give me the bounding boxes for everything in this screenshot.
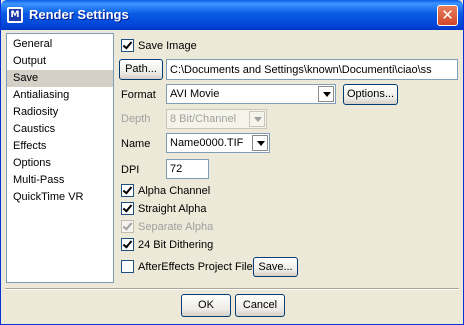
title-bar[interactable]: M Render Settings ✕ [1, 0, 463, 30]
format-options-button[interactable]: Options... [343, 84, 398, 105]
render-settings-window: M Render Settings ✕ General Output Save … [0, 0, 464, 325]
chevron-down-icon[interactable] [318, 86, 334, 102]
sidebar-item-options[interactable]: Options [7, 155, 113, 172]
app-icon: M [7, 7, 23, 23]
alpha-channel-checkbox[interactable] [121, 184, 134, 197]
sidebar-item-multi-pass[interactable]: Multi-Pass [7, 172, 113, 189]
cancel-button[interactable]: Cancel [235, 294, 285, 317]
sidebar-item-general[interactable]: General [7, 36, 113, 53]
save-image-label: Save Image [138, 39, 197, 52]
path-button[interactable]: Path... [119, 59, 163, 80]
aftereffects-row: AfterEffects Project File [121, 260, 253, 273]
alpha-channel-row: Alpha Channel [121, 184, 210, 197]
name-label: Name [121, 138, 151, 150]
chevron-down-icon[interactable] [252, 135, 268, 151]
save-image-checkbox[interactable] [121, 39, 134, 52]
footer-divider [5, 288, 459, 290]
name-value: Name0000.TIF [170, 137, 244, 149]
close-icon[interactable]: ✕ [437, 5, 458, 26]
alpha-channel-label: Alpha Channel [138, 184, 211, 197]
format-select[interactable]: AVI Movie [166, 84, 336, 104]
straight-alpha-checkbox[interactable] [121, 202, 134, 215]
app-icon-glyph: M [9, 9, 21, 21]
dpi-label: DPI [121, 164, 140, 176]
straight-alpha-label: Straight Alpha [138, 202, 207, 215]
dithering-row: 24 Bit Dithering [121, 238, 213, 251]
sidebar-item-antialiasing[interactable]: Antialiasing [7, 87, 113, 104]
sidebar-item-effects[interactable]: Effects [7, 138, 113, 155]
dpi-field[interactable]: 72 [166, 159, 209, 179]
aftereffects-label: AfterEffects Project File [138, 260, 253, 273]
settings-category-list: General Output Save Antialiasing Radiosi… [6, 33, 114, 283]
chevron-down-icon[interactable] [249, 111, 265, 127]
sidebar-item-save[interactable]: Save [7, 70, 113, 87]
sidebar-item-output[interactable]: Output [7, 53, 113, 70]
straight-alpha-row: Straight Alpha [121, 202, 207, 215]
window-title: Render Settings [29, 7, 129, 22]
depth-select[interactable]: 8 Bit/Channel [166, 109, 267, 129]
format-value: AVI Movie [170, 88, 220, 100]
ok-button[interactable]: OK [181, 294, 231, 317]
format-label: Format [121, 89, 156, 101]
sidebar-item-radiosity[interactable]: Radiosity [7, 104, 113, 121]
sidebar-item-quicktime-vr[interactable]: QuickTime VR [7, 189, 113, 206]
save-settings-panel: Save Image Path... C:\Documents and Sett… [114, 33, 462, 283]
name-select[interactable]: Name0000.TIF [166, 133, 270, 153]
sidebar-item-caustics[interactable]: Caustics [7, 121, 113, 138]
path-field[interactable]: C:\Documents and Settings\known\Document… [166, 59, 458, 80]
aftereffects-save-button[interactable]: Save... [253, 257, 298, 277]
aftereffects-checkbox[interactable] [121, 260, 134, 273]
separate-alpha-label: Separate Alpha [138, 220, 214, 233]
separate-alpha-checkbox[interactable] [121, 220, 134, 233]
depth-value: 8 Bit/Channel [170, 113, 237, 125]
depth-label: Depth [121, 113, 151, 125]
save-image-row: Save Image [121, 39, 197, 52]
dithering-label: 24 Bit Dithering [138, 238, 214, 251]
dithering-checkbox[interactable] [121, 238, 134, 251]
separate-alpha-row: Separate Alpha [121, 220, 213, 233]
